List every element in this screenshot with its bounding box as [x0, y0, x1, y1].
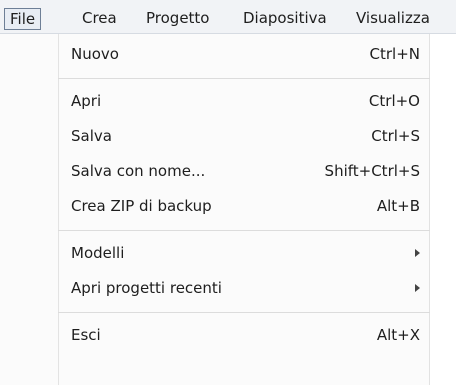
menu-item-label: Salva con nome...	[71, 162, 206, 180]
menu-item-crea-zip-backup[interactable]: Crea ZIP di backup Alt+B	[0, 189, 430, 223]
menubar-crea[interactable]: Crea	[80, 7, 119, 29]
menu-item-label: Apri progetti recenti	[71, 279, 222, 297]
menu-item-shortcut: Shift+Ctrl+S	[324, 162, 420, 180]
menu-item-modelli[interactable]: Modelli	[0, 236, 430, 270]
menu-separator	[58, 78, 430, 79]
menu-item-apri-progetti-recenti[interactable]: Apri progetti recenti	[0, 271, 430, 305]
menu-item-shortcut: Ctrl+O	[368, 92, 420, 110]
menu-item-nuovo[interactable]: Nuovo Ctrl+N	[0, 37, 430, 71]
menu-item-label: Modelli	[71, 244, 125, 262]
menu-item-salva-con-nome[interactable]: Salva con nome... Shift+Ctrl+S	[0, 154, 430, 188]
menubar-file[interactable]: File	[4, 8, 42, 30]
menu-item-shortcut: Ctrl+S	[371, 127, 420, 145]
menu-item-esci[interactable]: Esci Alt+X	[0, 318, 430, 352]
menubar-visualizza[interactable]: Visualizza	[354, 7, 432, 29]
menu-item-label: Salva	[71, 127, 112, 145]
menu-item-label: Apri	[71, 92, 102, 110]
menu-bar: File Crea Progetto Diapositiva Visualizz…	[0, 0, 456, 34]
menu-item-label: Crea ZIP di backup	[71, 197, 212, 215]
menu-item-label: Nuovo	[71, 45, 119, 63]
menu-separator	[58, 230, 430, 231]
menubar-diapositiva[interactable]: Diapositiva	[241, 7, 329, 29]
menu-item-shortcut: Ctrl+N	[369, 45, 420, 63]
menubar-progetto[interactable]: Progetto	[144, 7, 212, 29]
menu-item-apri[interactable]: Apri Ctrl+O	[0, 84, 430, 118]
chevron-right-icon	[415, 284, 420, 292]
menu-item-salva[interactable]: Salva Ctrl+S	[0, 119, 430, 153]
menu-item-label: Esci	[71, 326, 101, 344]
menu-separator	[58, 312, 430, 313]
chevron-right-icon	[415, 249, 420, 257]
menu-item-shortcut: Alt+B	[376, 197, 420, 215]
file-menu-dropdown: Nuovo Ctrl+N Apri Ctrl+O Salva Ctrl+S Sa…	[0, 34, 430, 385]
menu-item-shortcut: Alt+X	[376, 326, 420, 344]
